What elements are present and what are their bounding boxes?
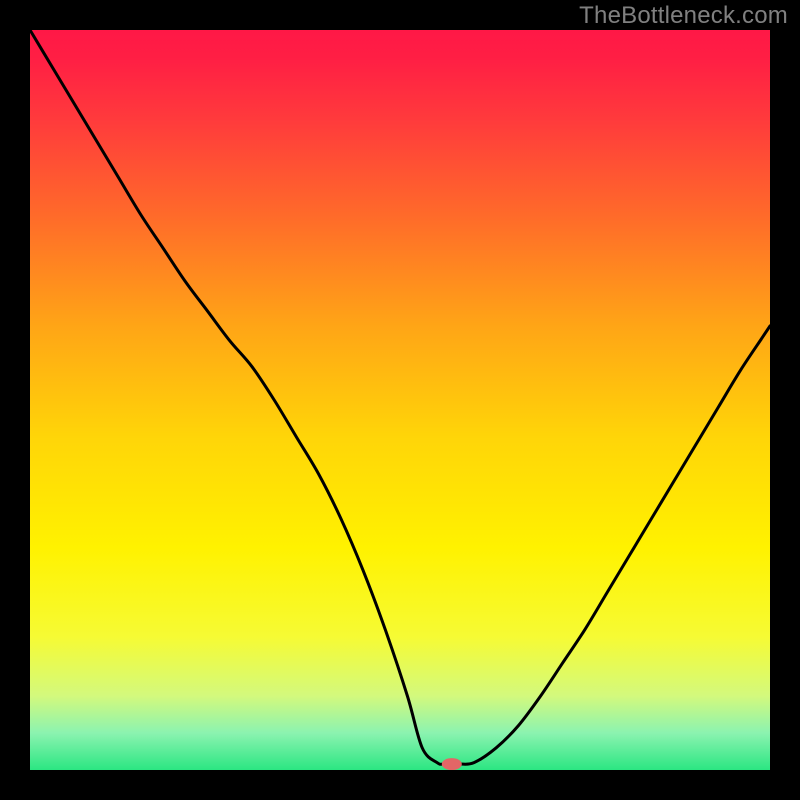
chart-frame: TheBottleneck.com xyxy=(0,0,800,800)
gradient-background xyxy=(30,30,770,770)
bottleneck-chart xyxy=(30,30,770,770)
marker-optimal-point xyxy=(442,758,462,770)
chart-svg xyxy=(30,30,770,770)
watermark-text: TheBottleneck.com xyxy=(579,2,788,30)
